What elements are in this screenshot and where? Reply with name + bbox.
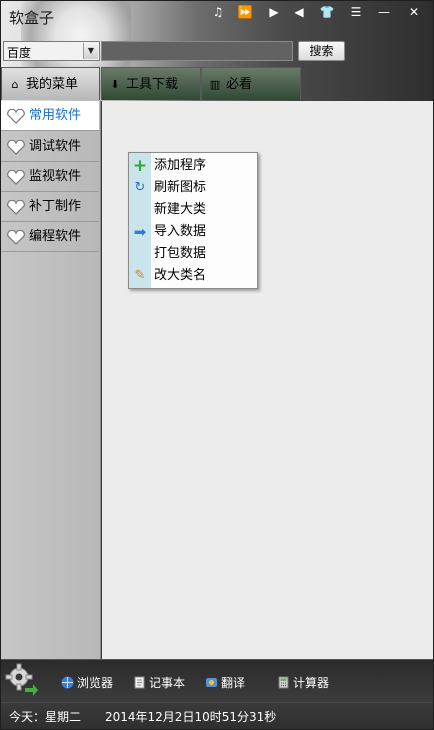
browser-button[interactable]: 浏览器 [61,674,113,692]
tab-label: 工具下载 [126,77,179,92]
pencil-icon: ✎ [134,268,146,283]
heart-icon [7,140,25,155]
translate-icon [206,678,217,687]
menu-item-label: 改大类名 [154,268,207,283]
tool-label: 计算器 [293,676,330,690]
tshirt-skin-icon[interactable]: 👕 [316,3,338,21]
close-icon[interactable]: ✕ [403,3,425,21]
heart-icon [7,170,25,185]
sidebar-item-programming-software[interactable]: 编程软件 [1,222,99,252]
translate-button[interactable]: 翻译 [205,674,245,692]
notepad-icon [134,676,145,689]
menu-item-refresh-icons[interactable]: ↻ 刷新图标 [129,177,257,199]
tool-label: 浏览器 [77,676,114,690]
import-arrow-icon: ➡ [133,223,147,241]
volume-icon[interactable]: ◀ [288,3,310,21]
sidebar-item-label: 编程软件 [29,229,82,244]
app-window: 软盒子 ♫ ⏩ ▶ ◀ 👕 ☰ — ✕ 百度 ▼ 搜索 ⌂ 我的菜单 ⬇ 工具下载 … [0,0,434,730]
context-menu: + 添加程序 ↻ 刷新图标 新建大类 ➡ 导入数据 打包数据 ✎ 改大类名 [128,152,258,289]
sidebar-item-monitor-software[interactable]: 监视软件 [1,162,99,192]
menu-item-new-category[interactable]: 新建大类 [129,199,257,221]
status-datetime: 2014年12月2日10时51分31秒 [105,710,277,724]
tool-label: 记事本 [149,676,186,690]
refresh-icon: ↻ [134,180,146,195]
add-icon: + [132,156,148,176]
music-note-icon[interactable]: ♫ [207,3,229,21]
sidebar-item-common-software[interactable]: 常用软件 [1,101,99,131]
tab-label: 必看 [226,77,253,92]
menu-item-rename-category[interactable]: ✎ 改大类名 [129,265,257,287]
notepad-button[interactable]: 记事本 [133,674,185,692]
fast-forward-icon[interactable]: ⏩ [234,3,256,21]
tab-tool-download[interactable]: ⬇ 工具下载 [101,67,201,100]
heart-icon [7,230,25,245]
sidebar-item-label: 调试软件 [29,139,82,154]
search-engine-select[interactable]: 百度 ▼ [3,41,100,61]
menu-item-label: 刷新图标 [154,180,207,195]
chevron-down-icon[interactable]: ▼ [83,43,98,59]
search-button[interactable]: 搜索 [298,41,345,61]
gear-icon[interactable] [5,663,39,697]
sidebar-item-label: 监视软件 [29,169,82,184]
calculator-icon [278,676,289,689]
menu-item-label: 添加程序 [154,158,207,173]
menu-item-label: 导入数据 [154,224,207,239]
app-title: 软盒子 [9,9,55,27]
menu-item-pack-data[interactable]: 打包数据 [129,243,257,265]
menu-item-label: 新建大类 [154,202,207,217]
status-weekday: 今天：星期二 [9,710,82,724]
tab-label: 我的菜单 [26,77,79,92]
heart-icon [7,109,25,124]
sidebar: 常用软件 调试软件 监视软件 补丁制作 编程软件 [1,101,101,659]
menu-item-import-data[interactable]: ➡ 导入数据 [129,221,257,243]
tab-must-see[interactable]: ▥ 必看 [201,67,301,100]
book-icon: ▥ [209,78,221,91]
tab-my-menu[interactable]: ⌂ 我的菜单 [1,67,100,100]
sidebar-item-label: 常用软件 [29,108,82,123]
home-icon: ⌂ [11,78,19,91]
menu-item-add-program[interactable]: + 添加程序 [129,155,257,177]
minimize-icon[interactable]: — [373,3,395,21]
menu-item-label: 打包数据 [154,246,207,261]
download-icon: ⬇ [110,78,120,91]
calculator-button[interactable]: 计算器 [277,674,329,692]
search-engine-value: 百度 [7,46,32,60]
play-icon[interactable]: ▶ [263,3,285,21]
tool-label: 翻译 [221,676,246,690]
sidebar-item-label: 补丁制作 [29,199,82,214]
sidebar-item-debug-software[interactable]: 调试软件 [1,132,99,162]
heart-icon [7,200,25,215]
menu-icon[interactable]: ☰ [345,3,367,21]
search-input[interactable] [101,41,293,61]
browser-globe-icon [61,676,74,689]
sidebar-item-patch-making[interactable]: 补丁制作 [1,192,99,222]
